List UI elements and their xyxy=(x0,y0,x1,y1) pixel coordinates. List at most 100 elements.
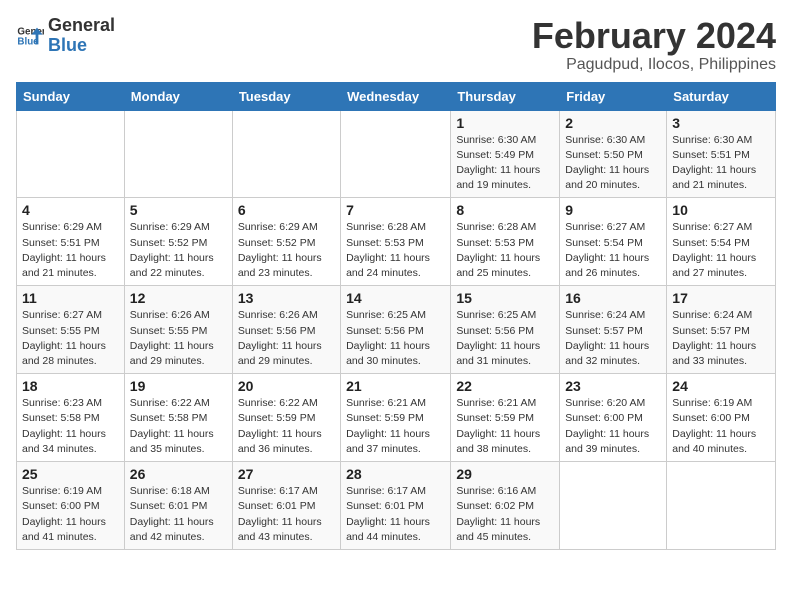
calendar-cell xyxy=(667,462,776,550)
logo: General Blue General Blue xyxy=(16,16,115,56)
header: General Blue General Blue February 2024 … xyxy=(16,16,776,74)
day-number: 27 xyxy=(238,466,335,482)
calendar-header-row: SundayMondayTuesdayWednesdayThursdayFrid… xyxy=(17,82,776,110)
calendar-cell: 3 Sunrise: 6:30 AM Sunset: 5:51 PM Daylig… xyxy=(667,110,776,198)
calendar-cell xyxy=(232,110,340,198)
title-area: February 2024 Pagudpud, Ilocos, Philippi… xyxy=(532,16,776,74)
day-number: 16 xyxy=(565,290,661,306)
day-number: 15 xyxy=(456,290,554,306)
calendar-cell: 17 Sunrise: 6:24 AM Sunset: 5:57 PM Dayli… xyxy=(667,286,776,374)
day-info: Sunrise: 6:28 AM Sunset: 5:53 PM Dayligh… xyxy=(456,220,554,281)
day-number: 14 xyxy=(346,290,445,306)
day-info: Sunrise: 6:21 AM Sunset: 5:59 PM Dayligh… xyxy=(456,396,554,457)
calendar-cell: 14 Sunrise: 6:25 AM Sunset: 5:56 PM Dayli… xyxy=(341,286,451,374)
page-subtitle: Pagudpud, Ilocos, Philippines xyxy=(532,56,776,74)
calendar-cell: 29Sunrise: 6:16 AM Sunset: 6:02 PM Dayli… xyxy=(451,462,560,550)
calendar-cell: 23 Sunrise: 6:20 AM Sunset: 6:00 PM Dayli… xyxy=(560,374,667,462)
day-info: Sunrise: 6:22 AM Sunset: 5:58 PM Dayligh… xyxy=(130,396,227,457)
day-info: Sunrise: 6:19 AM Sunset: 6:00 PM Dayligh… xyxy=(672,396,770,457)
calendar-cell: 8 Sunrise: 6:28 AM Sunset: 5:53 PM Daylig… xyxy=(451,198,560,286)
weekday-header-sunday: Sunday xyxy=(17,82,125,110)
day-info: Sunrise: 6:21 AM Sunset: 5:59 PM Dayligh… xyxy=(346,396,445,457)
day-info: Sunrise: 6:30 AM Sunset: 5:51 PM Dayligh… xyxy=(672,133,770,194)
calendar-week-2: 4Sunrise: 6:29 AM Sunset: 5:51 PM Daylig… xyxy=(17,198,776,286)
logo-text: General Blue xyxy=(48,16,115,56)
day-number: 4 xyxy=(22,202,119,218)
calendar-week-4: 18 Sunrise: 6:23 AM Sunset: 5:58 PM Dayli… xyxy=(17,374,776,462)
day-info: Sunrise: 6:24 AM Sunset: 5:57 PM Dayligh… xyxy=(565,308,661,369)
day-number: 7 xyxy=(346,202,445,218)
day-number: 24 xyxy=(672,378,770,394)
calendar-cell: 22 Sunrise: 6:21 AM Sunset: 5:59 PM Dayli… xyxy=(451,374,560,462)
day-info: Sunrise: 6:25 AM Sunset: 5:56 PM Dayligh… xyxy=(456,308,554,369)
day-number: 6 xyxy=(238,202,335,218)
day-info: Sunrise: 6:20 AM Sunset: 6:00 PM Dayligh… xyxy=(565,396,661,457)
day-number: 26 xyxy=(130,466,227,482)
calendar-table: SundayMondayTuesdayWednesdayThursdayFrid… xyxy=(16,82,776,550)
day-number: 23 xyxy=(565,378,661,394)
calendar-body: 1Sunrise: 6:30 AM Sunset: 5:49 PM Daylig… xyxy=(17,110,776,549)
calendar-cell: 24 Sunrise: 6:19 AM Sunset: 6:00 PM Dayli… xyxy=(667,374,776,462)
calendar-cell: 6 Sunrise: 6:29 AM Sunset: 5:52 PM Daylig… xyxy=(232,198,340,286)
weekday-header-wednesday: Wednesday xyxy=(341,82,451,110)
day-info: Sunrise: 6:18 AM Sunset: 6:01 PM Dayligh… xyxy=(130,484,227,545)
calendar-cell: 11Sunrise: 6:27 AM Sunset: 5:55 PM Dayli… xyxy=(17,286,125,374)
day-number: 13 xyxy=(238,290,335,306)
weekday-header-tuesday: Tuesday xyxy=(232,82,340,110)
day-info: Sunrise: 6:28 AM Sunset: 5:53 PM Dayligh… xyxy=(346,220,445,281)
calendar-cell xyxy=(124,110,232,198)
calendar-cell: 1Sunrise: 6:30 AM Sunset: 5:49 PM Daylig… xyxy=(451,110,560,198)
day-number: 28 xyxy=(346,466,445,482)
day-number: 25 xyxy=(22,466,119,482)
calendar-week-5: 25 Sunrise: 6:19 AM Sunset: 6:00 PM Dayli… xyxy=(17,462,776,550)
weekday-header-saturday: Saturday xyxy=(667,82,776,110)
calendar-cell: 10 Sunrise: 6:27 AM Sunset: 5:54 PM Dayli… xyxy=(667,198,776,286)
day-info: Sunrise: 6:23 AM Sunset: 5:58 PM Dayligh… xyxy=(22,396,119,457)
calendar-cell: 26 Sunrise: 6:18 AM Sunset: 6:01 PM Dayli… xyxy=(124,462,232,550)
calendar-cell: 2 Sunrise: 6:30 AM Sunset: 5:50 PM Daylig… xyxy=(560,110,667,198)
day-number: 17 xyxy=(672,290,770,306)
day-info: Sunrise: 6:24 AM Sunset: 5:57 PM Dayligh… xyxy=(672,308,770,369)
day-number: 9 xyxy=(565,202,661,218)
calendar-cell: 13Sunrise: 6:26 AM Sunset: 5:56 PM Dayli… xyxy=(232,286,340,374)
calendar-cell: 27 Sunrise: 6:17 AM Sunset: 6:01 PM Dayli… xyxy=(232,462,340,550)
day-info: Sunrise: 6:29 AM Sunset: 5:52 PM Dayligh… xyxy=(130,220,227,281)
day-number: 8 xyxy=(456,202,554,218)
calendar-cell: 25 Sunrise: 6:19 AM Sunset: 6:00 PM Dayli… xyxy=(17,462,125,550)
day-number: 12 xyxy=(130,290,227,306)
calendar-cell xyxy=(17,110,125,198)
calendar-cell: 28Sunrise: 6:17 AM Sunset: 6:01 PM Dayli… xyxy=(341,462,451,550)
day-info: Sunrise: 6:29 AM Sunset: 5:52 PM Dayligh… xyxy=(238,220,335,281)
day-number: 2 xyxy=(565,115,661,131)
day-number: 20 xyxy=(238,378,335,394)
calendar-cell: 12 Sunrise: 6:26 AM Sunset: 5:55 PM Dayli… xyxy=(124,286,232,374)
logo-icon: General Blue xyxy=(16,22,44,50)
day-number: 29 xyxy=(456,466,554,482)
day-info: Sunrise: 6:25 AM Sunset: 5:56 PM Dayligh… xyxy=(346,308,445,369)
calendar-cell: 20Sunrise: 6:22 AM Sunset: 5:59 PM Dayli… xyxy=(232,374,340,462)
day-number: 11 xyxy=(22,290,119,306)
calendar-week-3: 11Sunrise: 6:27 AM Sunset: 5:55 PM Dayli… xyxy=(17,286,776,374)
day-info: Sunrise: 6:17 AM Sunset: 6:01 PM Dayligh… xyxy=(238,484,335,545)
day-info: Sunrise: 6:19 AM Sunset: 6:00 PM Dayligh… xyxy=(22,484,119,545)
day-number: 19 xyxy=(130,378,227,394)
day-number: 5 xyxy=(130,202,227,218)
day-number: 22 xyxy=(456,378,554,394)
weekday-header-thursday: Thursday xyxy=(451,82,560,110)
day-number: 18 xyxy=(22,378,119,394)
day-info: Sunrise: 6:27 AM Sunset: 5:54 PM Dayligh… xyxy=(672,220,770,281)
day-info: Sunrise: 6:30 AM Sunset: 5:50 PM Dayligh… xyxy=(565,133,661,194)
day-number: 3 xyxy=(672,115,770,131)
day-info: Sunrise: 6:26 AM Sunset: 5:55 PM Dayligh… xyxy=(130,308,227,369)
calendar-cell: 15 Sunrise: 6:25 AM Sunset: 5:56 PM Dayli… xyxy=(451,286,560,374)
calendar-cell: 7 Sunrise: 6:28 AM Sunset: 5:53 PM Daylig… xyxy=(341,198,451,286)
calendar-cell: 19 Sunrise: 6:22 AM Sunset: 5:58 PM Dayli… xyxy=(124,374,232,462)
page-title: February 2024 xyxy=(532,16,776,56)
calendar-cell: 18 Sunrise: 6:23 AM Sunset: 5:58 PM Dayli… xyxy=(17,374,125,462)
calendar-cell: 9Sunrise: 6:27 AM Sunset: 5:54 PM Daylig… xyxy=(560,198,667,286)
calendar-cell: 21 Sunrise: 6:21 AM Sunset: 5:59 PM Dayli… xyxy=(341,374,451,462)
day-info: Sunrise: 6:30 AM Sunset: 5:49 PM Dayligh… xyxy=(456,133,554,194)
day-number: 21 xyxy=(346,378,445,394)
day-number: 10 xyxy=(672,202,770,218)
calendar-cell xyxy=(341,110,451,198)
